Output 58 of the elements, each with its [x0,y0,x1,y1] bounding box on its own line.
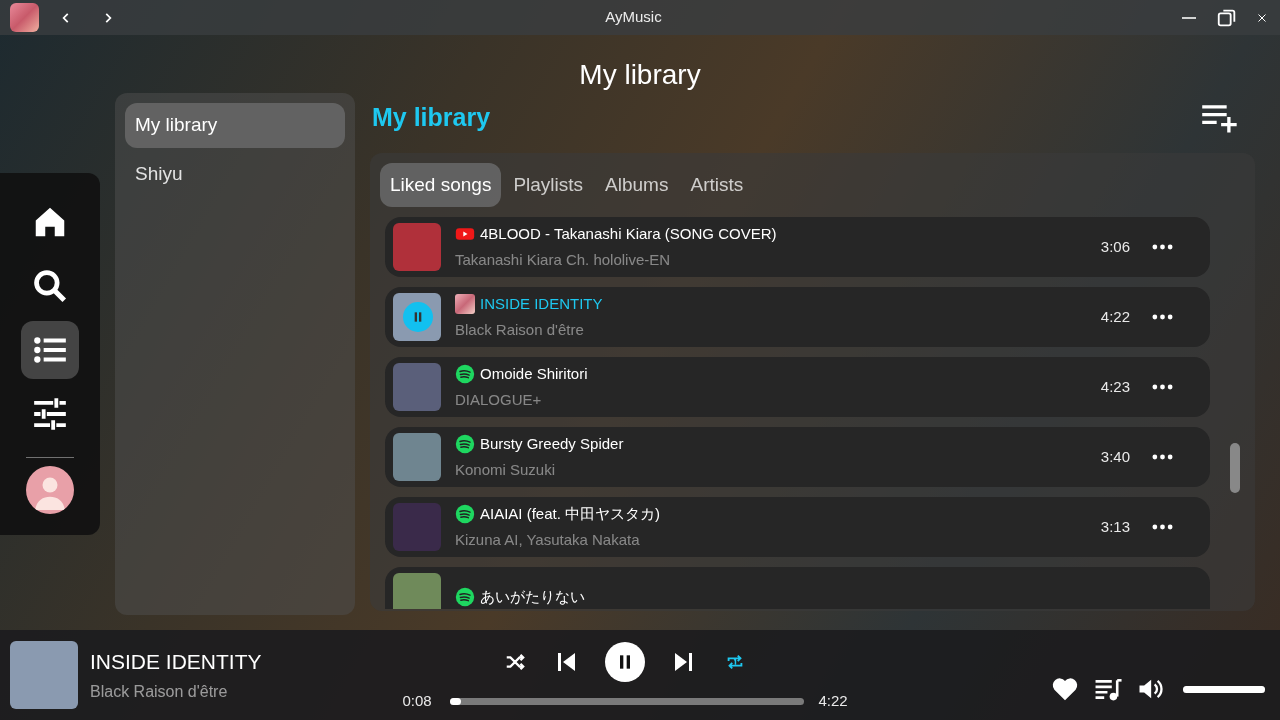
pause-button[interactable] [605,641,645,682]
song-artist: Konomi Suzuki [455,460,557,480]
tab[interactable]: Liked songs [380,163,502,207]
song-row[interactable]: INSIDE IDENTITY Black Raison d'être 4:22 [385,287,1210,347]
app-logo-image [10,3,39,32]
song-title: Omoide Shiritori [480,363,588,384]
section-heading: My library [372,102,491,134]
more-options-button[interactable] [1150,452,1174,462]
library-item[interactable]: My library [125,103,345,148]
window-title: AyMusic [604,7,663,28]
song-title: Bursty Greedy Spider [480,433,624,454]
more-options-button[interactable] [1150,522,1174,532]
song-artist: Black Raison d'être [455,320,585,340]
tab[interactable]: Albums [595,163,679,207]
scrollbar-thumb[interactable] [1230,443,1240,493]
more-options-button[interactable] [1150,242,1174,252]
album-art-placeholder [10,641,78,709]
more-dots-icon [1151,244,1173,250]
progress-track[interactable] [450,697,805,705]
more-dots-icon [1151,454,1173,460]
page-title: My library [578,58,702,92]
song-row[interactable]: AIAIAI (feat. 中田ヤスタカ) Kizuna AI, Yasutaka Nakata 3:13 [385,497,1210,557]
library-item[interactable]: Shiyu [125,152,345,197]
song-duration: 3:40 [1099,446,1130,467]
more-dots-icon [1151,314,1173,320]
minimize-icon [1182,16,1196,19]
song-title: INSIDE IDENTITY [480,293,603,314]
song-duration: 4:23 [1099,376,1130,397]
song-duration: 4:22 [1099,306,1130,327]
song-artist: DIALOGUE+ [455,390,543,410]
song-title: あいがたりない [480,586,585,607]
total-time: 4:22 [818,690,848,711]
profile-avatar-button[interactable] [26,466,74,514]
more-options-button[interactable] [1150,312,1174,322]
search-icon [31,267,69,305]
song-title: AIAIAI (feat. 中田ヤスタカ) [480,503,661,524]
tab[interactable]: Playlists [503,163,594,207]
song-row[interactable]: あいがたりない [385,567,1210,609]
song-duration: 3:13 [1099,516,1130,537]
song-row[interactable]: Omoide Shiritori DIALOGUE+ 4:23 [385,357,1210,417]
song-artist: Kizuna AI, Yasutaka Nakata [455,530,641,550]
song-duration: 3:06 [1099,236,1130,257]
sliders-icon [31,395,69,433]
song-artist: Takanashi Kiara Ch. hololive-EN [455,250,672,270]
elapsed-time: 0:08 [402,690,433,711]
song-row[interactable]: 4BLOOD - Takanashi Kiara (SONG COVER) Takanashi Kiara Ch. hololive-EN 3:06 [385,217,1210,277]
library-button[interactable] [21,321,79,379]
song-row[interactable]: Bursty Greedy Spider Konomi Suzuki 3:40 [385,427,1210,487]
now-playing-artist: Black Raison d'être [90,681,229,702]
volume-slider[interactable] [1183,685,1265,693]
close-icon [1256,11,1268,24]
now-playing-title: INSIDE IDENTITY [90,649,263,676]
more-dots-icon [1151,524,1173,530]
more-options-button[interactable] [1150,382,1174,392]
music-queue-icon [1093,676,1123,702]
song-title: 4BLOOD - Takanashi Kiara (SONG COVER) [480,223,777,244]
tab[interactable]: Artists [680,163,754,207]
more-dots-icon [1151,384,1173,390]
